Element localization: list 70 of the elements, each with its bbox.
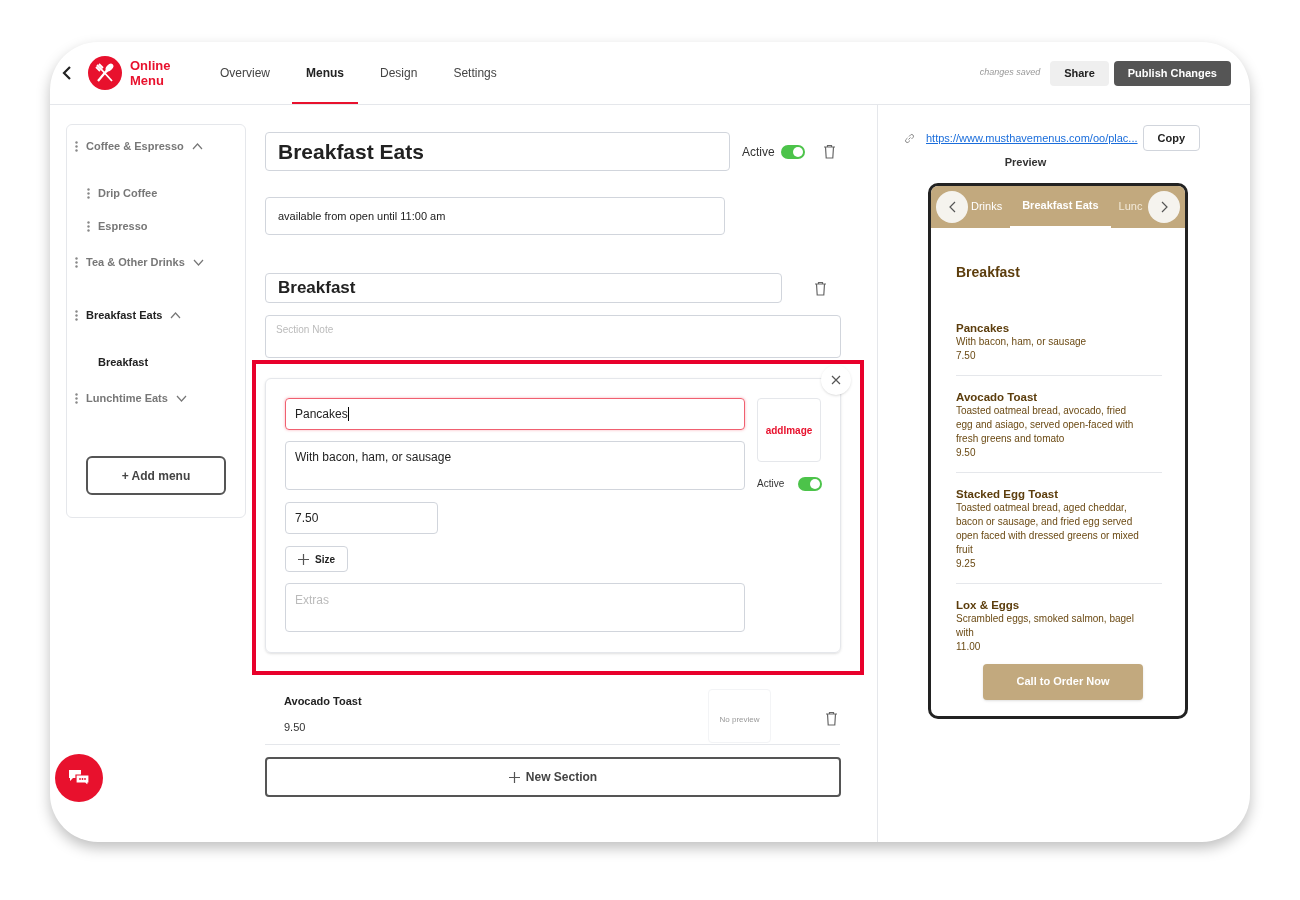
logo-icon xyxy=(88,56,122,90)
drag-handle-icon[interactable] xyxy=(87,221,90,232)
chat-icon xyxy=(67,768,91,788)
preview-item-price: 11.00 xyxy=(956,639,982,654)
preview-section-title: Breakfast xyxy=(956,262,1021,282)
nav-tab[interactable]: Settings xyxy=(439,42,511,104)
preview-item-price: 9.25 xyxy=(956,556,977,571)
copy-button[interactable]: Copy xyxy=(1142,125,1201,151)
drag-handle-icon[interactable] xyxy=(87,188,90,199)
chevron-up-icon[interactable] xyxy=(170,311,182,319)
item-price: 9.50 xyxy=(284,719,307,735)
trash-icon[interactable] xyxy=(825,711,838,726)
preview-item-price: 7.50 xyxy=(956,348,977,363)
nav-tab[interactable]: Overview xyxy=(206,42,284,104)
publish-button[interactable]: Publish Changes xyxy=(1113,60,1231,86)
nav-tab[interactable]: Menus xyxy=(292,42,359,104)
menu-title-field[interactable]: Breakfast Eats xyxy=(265,132,730,171)
section-name[interactable]: Drip Coffee xyxy=(98,185,158,202)
back-icon[interactable] xyxy=(62,66,72,80)
menu-description-field[interactable]: available from open until 11:00 am xyxy=(265,197,725,235)
menu-name[interactable]: Breakfast Eats xyxy=(86,306,163,324)
item-description-field[interactable]: With bacon, ham, or sausage xyxy=(285,441,745,490)
preview-item-price: 9.50 xyxy=(956,445,977,460)
active-toggle[interactable] xyxy=(798,476,823,491)
preview-item-name: Avocado Toast xyxy=(956,389,1039,404)
chevron-down-icon[interactable] xyxy=(192,258,204,266)
preview-item-description: Toasted oatmeal bread, aged cheddar, bacon or sausage, and fried egg served open faced with dressed greens or mixed fruit xyxy=(956,500,1140,557)
item-name[interactable]: Avocado Toast xyxy=(284,693,362,710)
preview-item-name: Stacked Egg Toast xyxy=(956,486,1060,501)
preview-heading: Preview xyxy=(1004,155,1047,170)
item-price-field[interactable]: 7.50 xyxy=(285,502,438,534)
chevron-up-icon[interactable] xyxy=(191,142,203,150)
plus-icon xyxy=(298,553,309,565)
preview-item-description: Toasted oatmeal bread, avocado, fried egg and asiago, served open-faced with fresh greens and tomato xyxy=(956,403,1135,446)
drag-handle-icon[interactable] xyxy=(75,140,78,152)
trash-icon[interactable] xyxy=(822,144,836,159)
plus-icon xyxy=(508,771,520,783)
close-icon xyxy=(831,375,841,385)
menu-name[interactable]: Coffee & Espresso xyxy=(86,137,184,155)
chevron-down-icon[interactable] xyxy=(175,394,187,402)
preview-item-description: Scrambled eggs, smoked salmon, bagel with xyxy=(956,611,1135,640)
save-status: changes saved xyxy=(979,66,1041,80)
active-label: Active xyxy=(742,143,775,161)
section-name[interactable]: Espresso xyxy=(98,218,148,235)
chevron-left-icon xyxy=(948,200,956,213)
preview-item-description: With bacon, ham, or sausage xyxy=(956,334,1088,349)
add-image-button[interactable]: addImage xyxy=(757,398,821,462)
trash-icon[interactable] xyxy=(814,280,827,296)
menu-name[interactable]: Lunchtime Eats xyxy=(86,389,168,407)
menu-name[interactable]: Tea & Other Drinks xyxy=(86,253,185,271)
drag-handle-icon[interactable] xyxy=(75,256,78,268)
active-toggle[interactable] xyxy=(780,144,805,159)
item-name-field[interactable]: Pancakes xyxy=(285,398,745,430)
section-name[interactable]: Breakfast xyxy=(98,354,149,371)
drag-handle-icon[interactable] xyxy=(75,392,78,404)
close-button[interactable] xyxy=(821,365,851,395)
preview-item-name: Lox & Eggs xyxy=(956,597,1021,612)
share-button[interactable]: Share xyxy=(1050,60,1109,86)
drag-handle-icon[interactable] xyxy=(75,309,78,321)
menu-url-link[interactable]: https://www.musthavemenus.com/oo/plac... xyxy=(926,129,1138,147)
preview-item-name: Pancakes xyxy=(956,320,1011,335)
add-size-button[interactable]: Size xyxy=(285,546,348,572)
add-menu-button[interactable]: + Add menu xyxy=(86,456,226,495)
chevron-right-icon xyxy=(1160,200,1168,213)
section-name-field[interactable]: Breakfast xyxy=(265,273,782,303)
link-icon xyxy=(904,132,915,144)
app-name: Online Menu xyxy=(130,58,172,88)
nav-tab[interactable]: Design xyxy=(366,42,432,104)
new-section-button[interactable]: New Section xyxy=(265,757,841,797)
active-label: Active xyxy=(757,477,785,491)
